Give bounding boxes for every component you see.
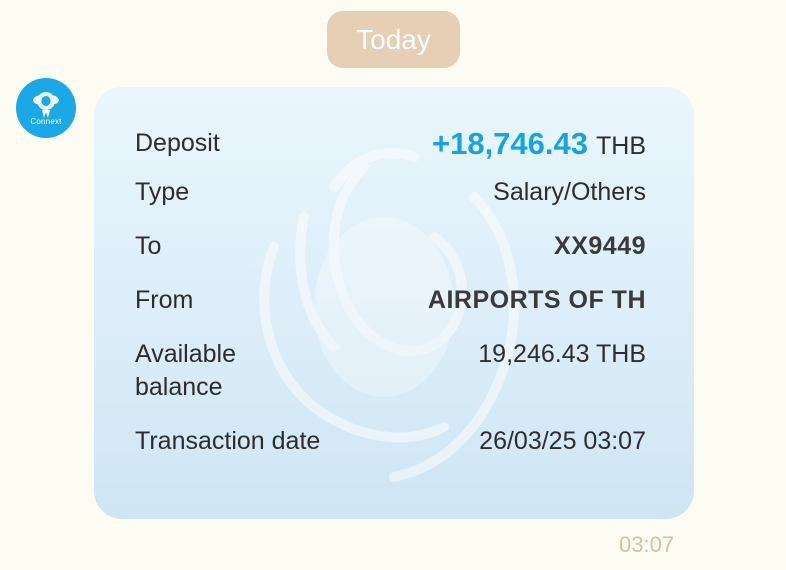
avatar-label: Connext [30, 117, 62, 126]
deposit-amount: +18,746.43 [431, 126, 588, 161]
type-value: Salary/Others [493, 178, 646, 206]
from-row: From AIRPORTS OF TH [135, 284, 646, 317]
bird-logo-icon [33, 92, 59, 118]
transaction-message-bubble[interactable]: Deposit +18,746.43 THB Type Salary/Others… [94, 87, 694, 519]
sender-avatar[interactable]: Connext [16, 78, 76, 138]
from-value: AIRPORTS OF TH [427, 286, 646, 314]
deposit-row: Deposit +18,746.43 THB [135, 127, 646, 163]
available-balance-label-line2: balance [135, 373, 223, 401]
message-timestamp: 03:07 [619, 532, 675, 557]
type-label: Type [135, 178, 190, 206]
date-divider-label: Today [356, 23, 431, 55]
transaction-date-row: Transaction date 26/03/25 03:07 [135, 425, 646, 458]
available-balance-row: Available balance 19,246.43 THB [135, 338, 646, 404]
available-balance-label-line1: Available [135, 340, 237, 368]
available-balance-label: Available balance [135, 338, 236, 404]
transaction-date-label: Transaction date [135, 427, 321, 455]
transaction-date-value: 26/03/25 03:07 [479, 427, 646, 455]
deposit-label: Deposit [135, 129, 220, 157]
to-label: To [135, 232, 162, 260]
deposit-value: +18,746.43 THB [432, 127, 646, 163]
chat-screen: Today Connext Deposit +18,746.43 THB Typ… [0, 0, 786, 570]
available-balance-value: 19,246.43 THB [478, 340, 646, 368]
type-row: Type Salary/Others [135, 176, 646, 209]
date-divider: Today [327, 11, 460, 68]
deposit-currency: THB [596, 132, 646, 160]
from-label: From [135, 286, 194, 314]
to-account-value: XX9449 [554, 232, 646, 260]
to-row: To XX9449 [135, 230, 646, 263]
